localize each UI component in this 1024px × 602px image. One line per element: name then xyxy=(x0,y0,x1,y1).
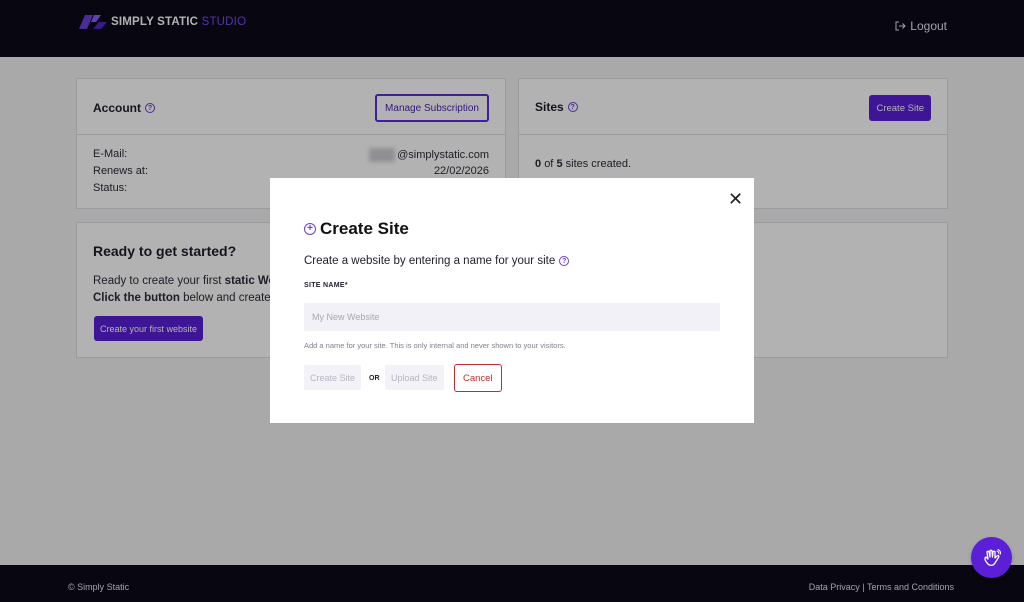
or-separator: OR xyxy=(369,375,380,382)
close-icon[interactable]: ✕ xyxy=(728,190,743,208)
waving-hand-icon xyxy=(983,548,1001,566)
create-site-modal: ✕ + Create Site Create a website by ente… xyxy=(270,178,754,423)
modal-title: + Create Site xyxy=(304,219,409,239)
site-name-help: Add a name for your site. This is only i… xyxy=(304,341,566,350)
help-icon[interactable]: ? xyxy=(559,256,570,266)
plus-circle-icon: + xyxy=(304,223,316,235)
upload-site-button[interactable]: Upload Site xyxy=(385,365,444,390)
modal-description: Create a website by entering a name for … xyxy=(304,255,570,267)
cancel-button[interactable]: Cancel xyxy=(454,364,502,392)
site-name-label: SITE NAME* xyxy=(304,282,348,289)
site-name-input[interactable] xyxy=(304,303,720,331)
create-site-submit-button[interactable]: Create Site xyxy=(304,365,362,390)
help-chat-button[interactable] xyxy=(971,537,1012,578)
